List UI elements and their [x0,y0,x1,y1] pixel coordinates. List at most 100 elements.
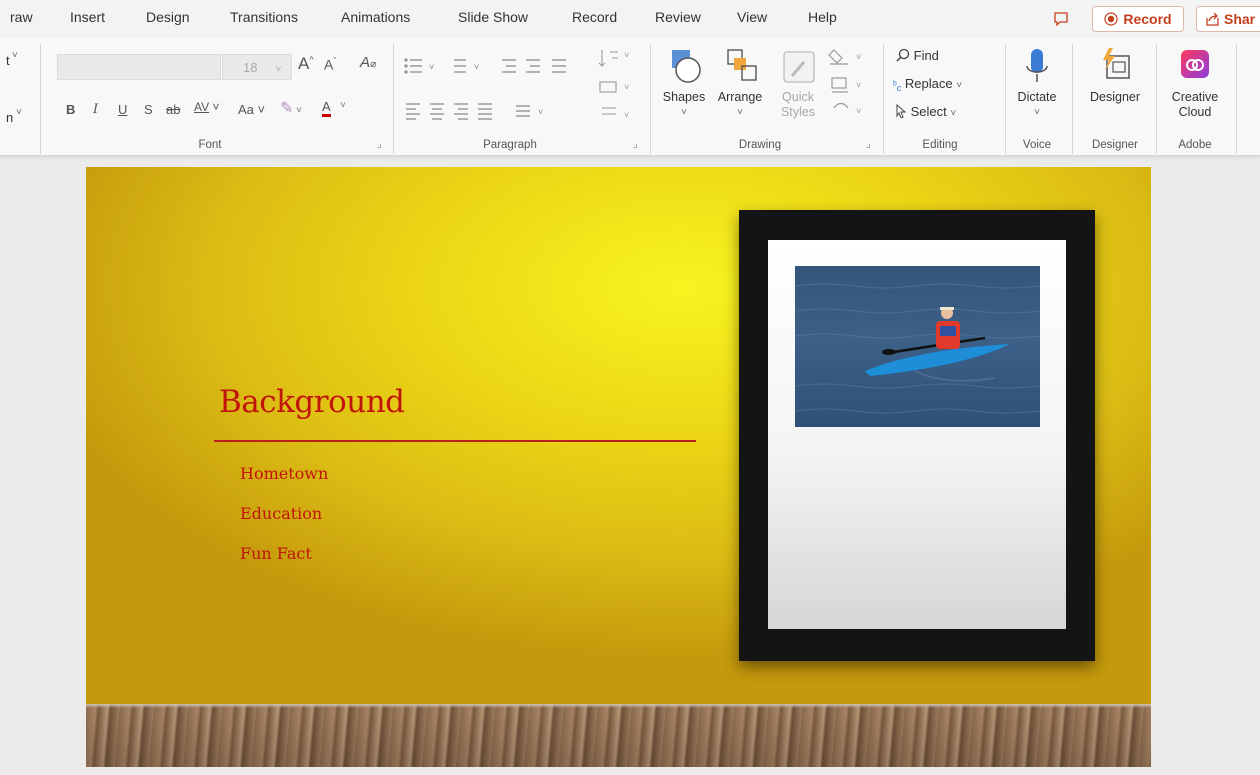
quick-styles-button[interactable]: Quick Styles [770,46,826,120]
clear-formatting-icon[interactable]: A⌀ [360,54,376,71]
chevron-down-icon: ˅ [16,107,22,118]
tab-design[interactable]: Design [146,9,190,25]
quick-styles-icon [783,51,815,83]
chevron-down-icon: ˅ [12,50,18,61]
replace-button[interactable]: ᵇc Replace ˅ [893,76,962,93]
left-cut-label-1[interactable]: t [6,53,10,68]
tab-view[interactable]: View [737,9,767,25]
underline-icon[interactable]: U [118,102,127,117]
paragraph-align-icons[interactable]: ˅ [404,100,564,122]
group-separator [1236,44,1237,154]
chevron-down-icon: ˅ [950,108,957,119]
find-button[interactable]: Find [896,48,939,63]
bullet-item[interactable]: Fun Fact [240,544,312,563]
record-button-label: Record [1123,11,1172,27]
shape-format-icons[interactable]: ˅ ˅ ˅ [828,46,868,126]
chevron-down-icon: ˅ [737,107,743,118]
font-group-label: Font [198,139,222,151]
designer-button[interactable]: Designer [1080,46,1150,105]
font-size-combobox[interactable]: 18 ˅ [222,54,292,80]
left-cut-label-2[interactable]: n [6,110,13,125]
svg-text:˅: ˅ [538,107,543,117]
select-label: Select [910,104,947,119]
replace-label: Replace [904,76,953,91]
microphone-icon [1026,49,1048,82]
tab-slide-show[interactable]: Slide Show [458,9,528,25]
quick-styles-label-1: Quick [782,90,814,104]
tab-record[interactable]: Record [572,9,617,25]
chevron-down-icon: ˅ [681,107,687,118]
shapes-button[interactable]: Shapes ˅ [656,46,712,120]
kayaker-illustration [795,283,1040,414]
svg-text:˅: ˅ [856,52,861,62]
select-button[interactable]: Select ˅ [895,103,957,119]
cursor-icon [896,103,907,119]
shapes-icon [672,50,701,83]
font-name-combobox[interactable] [57,54,221,80]
strikethrough-icon[interactable]: ab [166,102,180,117]
group-separator [1156,44,1157,154]
bullet-item[interactable]: Hometown [240,464,328,483]
voice-group-label: Voice [1022,139,1052,151]
chevron-down-icon: ˅ [956,80,963,91]
italic-icon[interactable]: I [93,102,98,117]
svg-text:˅: ˅ [624,82,629,92]
tab-transitions[interactable]: Transitions [230,9,298,25]
creative-cloud-label-2: Cloud [1178,105,1212,119]
svg-text:˅: ˅ [474,62,479,72]
share-button[interactable]: Shar [1196,6,1260,32]
record-button[interactable]: Record [1092,6,1184,32]
shapes-label: Shapes [662,90,706,104]
comment-icon [1054,12,1068,26]
tab-help[interactable]: Help [808,9,837,25]
record-dot-icon [1104,12,1118,26]
slide-title[interactable]: Background [219,384,405,420]
character-spacing-icon[interactable]: AV ˅ [194,100,219,114]
find-label: Find [913,48,939,63]
tab-insert[interactable]: Insert [70,9,105,25]
drawing-dialog-launcher-icon[interactable]: ⌟ [866,139,871,150]
kayak-photo[interactable] [795,266,1040,427]
change-case-icon[interactable]: Aa ˅ [238,102,265,117]
ribbon-tab-bar: raw Insert Design Transitions Animations… [0,0,1260,38]
search-icon [896,48,910,62]
bullet-item[interactable]: Education [240,504,322,523]
dictate-button[interactable]: Dictate ˅ [1010,46,1064,120]
text-direction-icons[interactable]: ˅ ˅ ˅ [598,48,634,128]
highlight-icon[interactable]: ✎ ˅ [280,98,302,118]
svg-text:˅: ˅ [429,62,434,72]
drawing-group-label: Drawing [738,139,782,151]
paragraph-group-label: Paragraph [483,139,537,151]
font-color-icon[interactable]: A [322,100,331,117]
editing-group-label: Editing [922,139,958,151]
svg-text:˅: ˅ [624,110,629,120]
dictate-label: Dictate [1017,90,1057,104]
font-dialog-launcher-icon[interactable]: ⌟ [377,139,382,150]
tab-review[interactable]: Review [655,9,701,25]
designer-icon [1103,48,1130,79]
bold-icon[interactable]: B [66,102,75,117]
shadow-text-icon[interactable]: S [144,102,153,117]
designer-label: Designer [1089,90,1141,104]
paragraph-dialog-launcher-icon[interactable]: ⌟ [633,139,638,150]
group-separator [1072,44,1073,154]
arrange-icon [727,49,757,81]
creative-cloud-button[interactable]: Creative Cloud [1162,46,1228,120]
shrink-font-icon[interactable]: Aˇ [324,56,336,73]
tab-animations[interactable]: Animations [341,9,410,25]
floor-shading [86,704,1151,767]
comments-button[interactable] [1046,6,1076,32]
replace-icon: ᵇc [893,80,902,93]
group-separator [650,44,651,154]
arrange-label: Arrange [717,90,763,104]
slide-canvas[interactable]: Background Hometown Education Fun Fact [86,167,1151,767]
share-icon [1206,12,1219,26]
share-button-label: Shar [1224,11,1256,27]
arrange-button[interactable]: Arrange ˅ [712,46,768,120]
ribbon: t ˅ n ˅ ˅ 18 ˅ A^ Aˇ A⌀ B I U S ab AV ˅ A… [0,38,1260,156]
grow-font-icon[interactable]: A^ [298,54,314,74]
chevron-down-icon: ˅ [340,100,346,111]
group-separator [1005,44,1006,154]
paragraph-list-icons[interactable]: ˅ ˅ [404,56,574,78]
tab-draw[interactable]: raw [10,9,33,25]
